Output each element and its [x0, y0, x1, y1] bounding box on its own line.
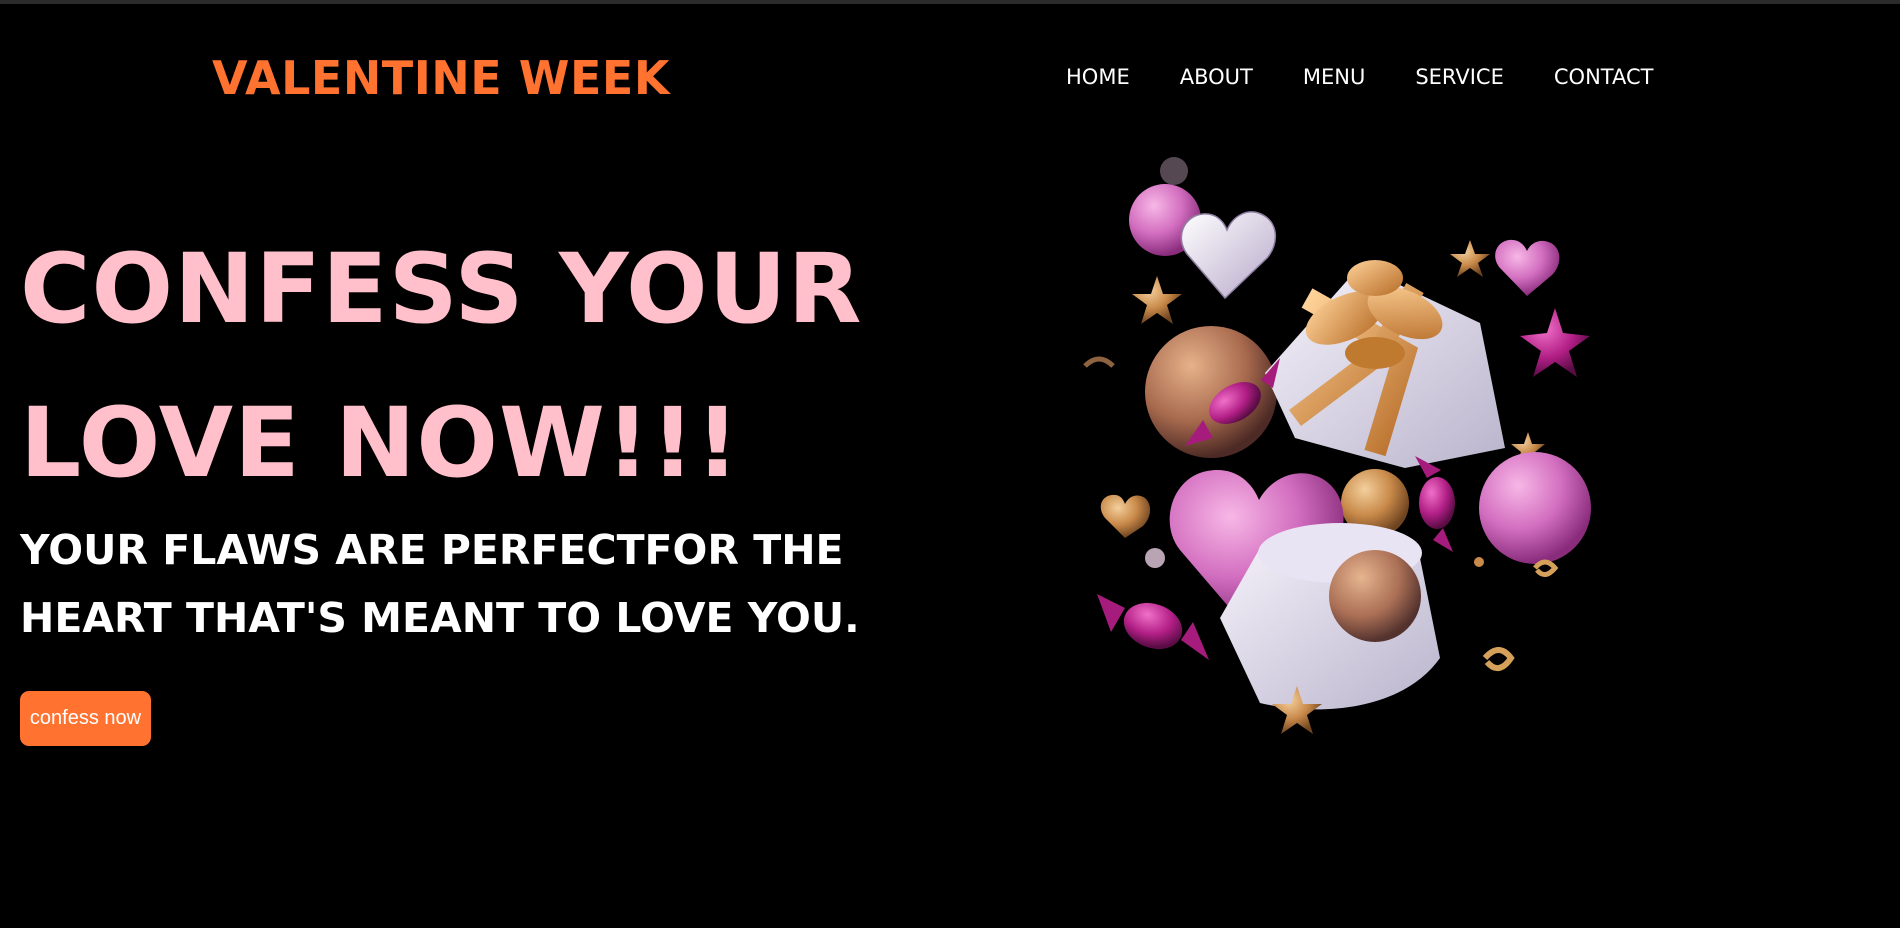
- nav-menu[interactable]: MENU: [1303, 62, 1365, 92]
- hero-title: CONFESS YOUR LOVE NOW!!!: [20, 212, 863, 520]
- hero-title-line-1: CONFESS YOUR: [20, 233, 863, 345]
- nav-about[interactable]: ABOUT: [1180, 62, 1253, 92]
- gold-heart-icon: [1100, 494, 1151, 538]
- wrapped-candy-bottom-icon: [1123, 602, 1183, 650]
- valentine-gift-illustration-icon: [1083, 157, 1591, 734]
- main-nav: HOME ABOUT MENU SERVICE CONTACT: [1066, 62, 1653, 92]
- gold-star-icon: [1132, 276, 1182, 324]
- pink-ball-icon: [1479, 452, 1591, 564]
- hero-subtitle: YOUR FLAWS ARE PERFECTFOR THE HEART THAT…: [20, 526, 860, 642]
- nav-service[interactable]: SERVICE: [1415, 62, 1504, 92]
- hero-title-line-2: LOVE NOW!!!: [20, 387, 741, 499]
- nav-contact[interactable]: CONTACT: [1554, 62, 1654, 92]
- nav-home[interactable]: HOME: [1066, 62, 1130, 92]
- silver-heart-icon: [1180, 211, 1276, 300]
- magenta-star-icon: [1520, 308, 1590, 377]
- site-logo[interactable]: VALENTINE WEEK: [212, 48, 670, 108]
- window-top-border: [0, 0, 1900, 4]
- small-ornament-icon: [1160, 157, 1188, 185]
- pink-heart-small-icon: [1495, 239, 1560, 296]
- gold-star-small-icon: [1450, 240, 1490, 277]
- wrapped-candy-right-icon: [1419, 477, 1455, 529]
- confess-now-button[interactable]: confess now: [20, 691, 151, 746]
